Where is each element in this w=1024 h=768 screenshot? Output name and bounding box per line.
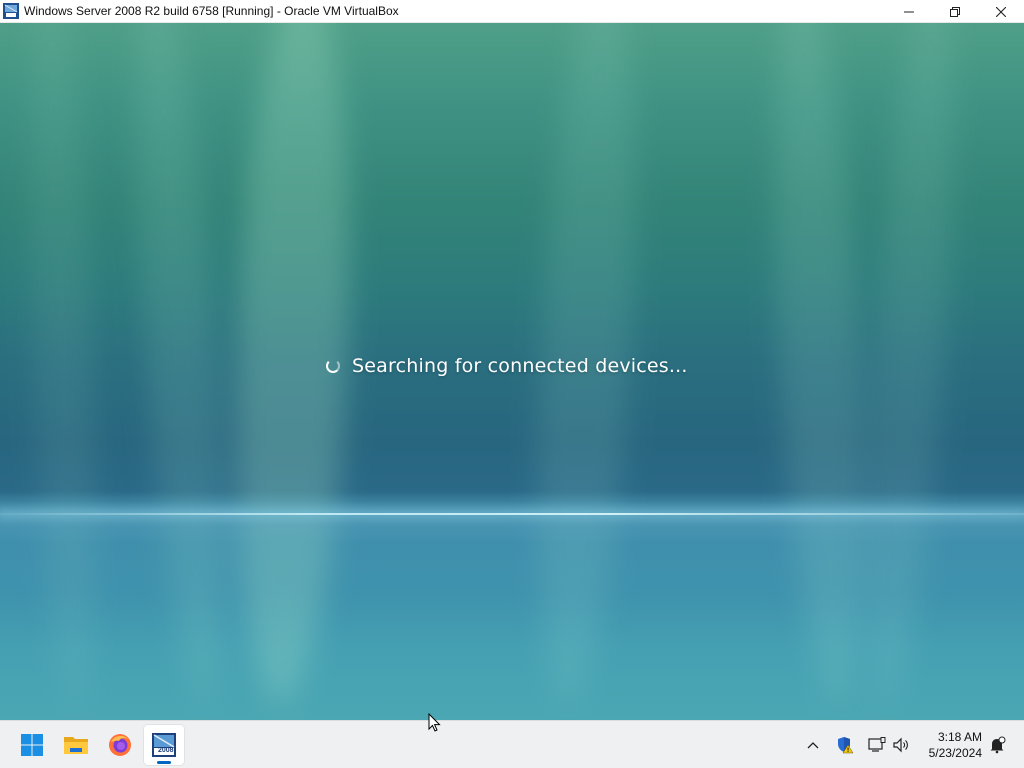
taskbar: 2008 3:18 AM 5/23/2024 xyxy=(0,720,1024,768)
loading-spinner-icon xyxy=(326,359,340,373)
boot-status: Searching for connected devices... xyxy=(326,355,688,377)
notification-bell-icon xyxy=(990,736,1006,754)
close-icon xyxy=(996,6,1006,17)
firefox-button[interactable] xyxy=(100,725,140,765)
horizon-line xyxy=(0,513,1024,515)
window-title: Windows Server 2008 R2 build 6758 [Runni… xyxy=(24,4,399,18)
light-ray xyxy=(849,23,970,704)
network-tray-button[interactable] xyxy=(866,721,888,768)
light-ray xyxy=(20,23,106,704)
minimize-button[interactable] xyxy=(886,0,932,23)
status-text: Searching for connected devices... xyxy=(352,355,688,377)
security-tray-button[interactable] xyxy=(834,721,856,768)
windows-logo-icon xyxy=(21,734,43,756)
window-controls xyxy=(886,0,1024,23)
active-indicator xyxy=(157,761,171,764)
clock-time: 3:18 AM xyxy=(937,730,982,744)
restore-button[interactable] xyxy=(932,0,978,23)
clock[interactable]: 3:18 AM 5/23/2024 xyxy=(929,729,982,761)
volume-icon xyxy=(893,737,908,753)
notification-button[interactable] xyxy=(984,721,1010,768)
windows-server-2008-icon xyxy=(152,733,176,757)
virtualbox-vm-icon xyxy=(3,3,19,19)
tray-overflow-button[interactable] xyxy=(802,721,824,768)
minimize-icon xyxy=(904,11,914,12)
restore-icon xyxy=(950,6,960,17)
light-ray xyxy=(760,23,878,705)
window-titlebar[interactable]: Windows Server 2008 R2 build 6758 [Runni… xyxy=(0,0,1024,23)
file-explorer-button[interactable] xyxy=(56,725,96,765)
network-icon xyxy=(868,737,886,752)
folder-icon xyxy=(64,737,88,754)
chevron-up-icon xyxy=(807,742,819,749)
firefox-icon xyxy=(109,734,131,756)
start-button[interactable] xyxy=(12,725,52,765)
light-ray xyxy=(120,23,241,704)
security-warning-icon xyxy=(838,737,854,754)
mouse-pointer-icon xyxy=(428,713,441,732)
horizon-glow xyxy=(0,493,1024,543)
vm-display[interactable]: Searching for connected devices... xyxy=(0,23,1024,720)
vm-icon-label: 2008 xyxy=(158,747,174,754)
close-button[interactable] xyxy=(978,0,1024,23)
virtualbox-vm-taskbar-button[interactable]: 2008 xyxy=(144,725,184,765)
volume-tray-button[interactable] xyxy=(890,721,912,768)
clock-date: 5/23/2024 xyxy=(928,746,982,760)
